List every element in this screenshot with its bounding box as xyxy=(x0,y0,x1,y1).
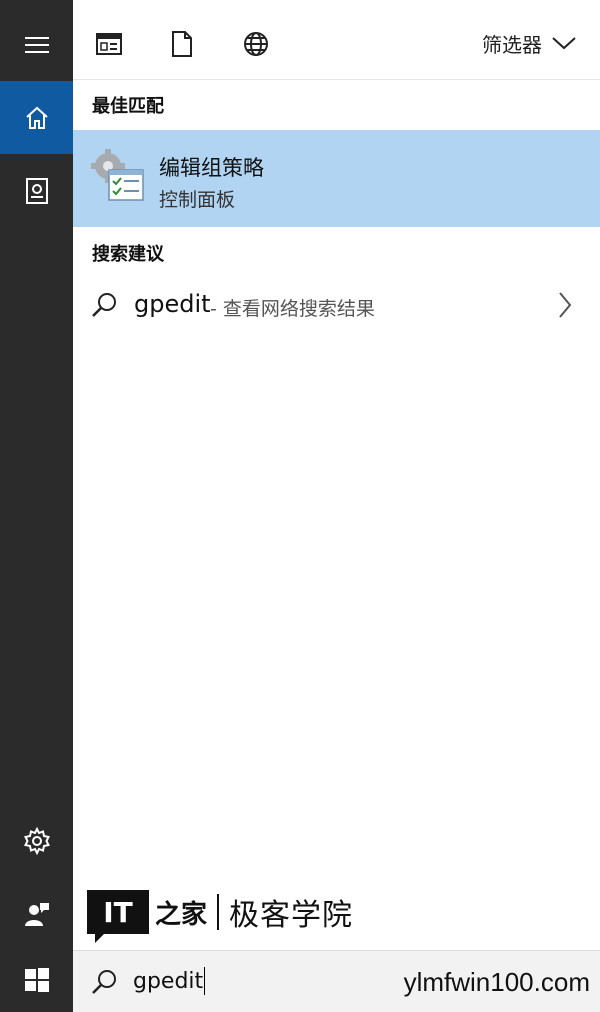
ithome-logo: IT xyxy=(87,890,149,943)
chevron-right-icon[interactable] xyxy=(558,291,572,319)
chevron-down-icon xyxy=(552,37,576,50)
menu-button[interactable] xyxy=(0,8,73,81)
suggestion-description: - 查看网络搜索结果 xyxy=(210,298,375,320)
windows-logo-icon xyxy=(24,968,49,992)
watermark-site: ylmfwin100.com xyxy=(403,967,590,997)
best-match-heading: 最佳匹配 xyxy=(92,96,164,117)
watermark-brand: 极客学院 xyxy=(229,898,354,933)
text-caret xyxy=(204,967,206,995)
web-scope-button[interactable] xyxy=(236,24,276,64)
home-button[interactable] xyxy=(0,81,73,154)
document-icon xyxy=(172,31,192,57)
suggestion-term: gpedit xyxy=(134,290,211,318)
web-suggestion-item[interactable]: gpedit - 查看网络搜索结果 xyxy=(73,278,600,334)
search-box[interactable]: gpedit ylmfwin100.com xyxy=(73,950,600,1012)
best-match-subtitle: 控制面板 xyxy=(159,189,236,211)
filter-label: 筛选器 xyxy=(482,32,542,57)
notebook-icon xyxy=(25,177,48,204)
feedback-button[interactable] xyxy=(0,877,73,950)
web-globe-icon xyxy=(244,32,268,56)
search-input-value: gpedit xyxy=(133,968,204,994)
watermark-logo: IT 之家 极客学院 xyxy=(87,888,354,943)
left-rail xyxy=(0,0,73,1012)
search-input[interactable]: gpedit xyxy=(133,964,206,998)
settings-button[interactable] xyxy=(0,804,73,877)
search-panel: 筛选器 最佳匹配 编辑组策略 控制面板 搜索建议 gpedit - 查看网络搜索… xyxy=(73,0,600,1012)
ithome-seal: 之家 xyxy=(155,899,208,930)
apps-icon xyxy=(96,33,122,55)
best-match-title: 编辑组策略 xyxy=(159,156,264,180)
hamburger-menu-icon xyxy=(24,36,49,53)
notebook-button[interactable] xyxy=(0,154,73,227)
search-box-icon xyxy=(92,970,116,994)
person-feedback-icon xyxy=(24,902,49,926)
group-policy-icon xyxy=(91,149,144,201)
filter-dropdown[interactable]: 筛选器 xyxy=(482,26,576,60)
gear-icon xyxy=(23,826,50,855)
search-scope-toolbar: 筛选器 xyxy=(73,0,600,80)
documents-scope-button[interactable] xyxy=(162,24,202,64)
search-icon xyxy=(92,293,116,317)
watermark-divider xyxy=(217,894,220,930)
best-match-result[interactable]: 编辑组策略 控制面板 xyxy=(73,130,600,227)
apps-scope-button[interactable] xyxy=(89,24,129,64)
start-button[interactable] xyxy=(0,948,73,1012)
home-icon xyxy=(25,106,48,129)
suggestions-heading: 搜索建议 xyxy=(92,244,164,265)
